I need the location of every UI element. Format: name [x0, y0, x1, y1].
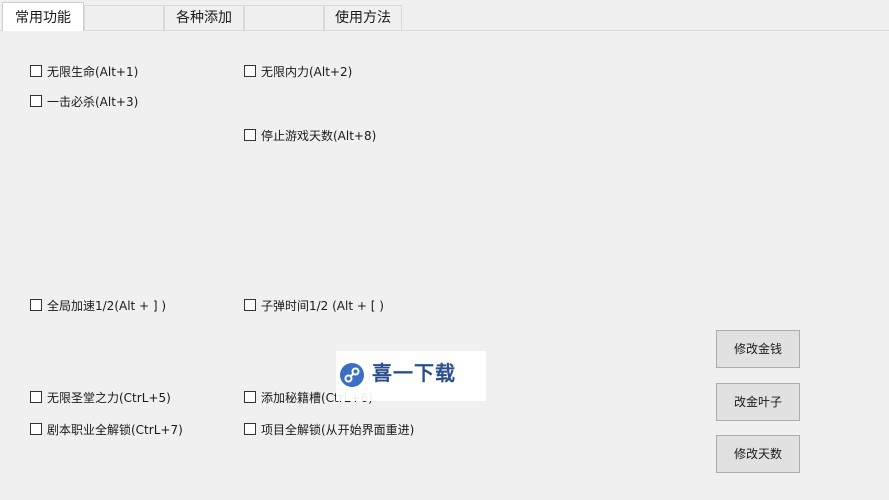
tab-common-functions[interactable]: 常用功能: [2, 2, 84, 31]
modify-money-button[interactable]: 修改金钱: [716, 330, 800, 368]
checkbox-label: 项目全解锁(从开始界面重进): [261, 423, 415, 437]
checkbox-box[interactable]: [244, 129, 256, 141]
checkbox-box[interactable]: [30, 423, 42, 435]
checkbox-label: 无限内力(Alt+2): [261, 65, 353, 79]
modify-days-button[interactable]: 修改天数: [716, 435, 800, 473]
modify-gold-leaves-button[interactable]: 改金叶子: [716, 383, 800, 421]
checkbox-box[interactable]: [30, 95, 42, 107]
checkbox-box[interactable]: [30, 65, 42, 77]
checkbox-bullet-time[interactable]: 子弹时间1/2 (Alt + [ ): [244, 297, 384, 315]
checkbox-infinite-holy[interactable]: 无限圣堂之力(CtrL+5): [30, 389, 171, 407]
checkbox-box[interactable]: [244, 423, 256, 435]
checkbox-infinite-power[interactable]: 无限内力(Alt+2): [244, 63, 352, 81]
tab-usage[interactable]: 使用方法: [324, 5, 402, 30]
checkbox-label: 子弹时间1/2 (Alt + [ ): [261, 299, 384, 313]
checkbox-label: 无限圣堂之力(CtrL+5): [47, 391, 171, 405]
tab-blank-2[interactable]: [244, 5, 324, 30]
checkbox-box[interactable]: [244, 391, 256, 403]
checkbox-label: 全局加速1/2(Alt + ] ): [47, 299, 167, 313]
checkbox-label: 无限生命(Alt+1): [47, 65, 139, 79]
checkbox-label: 剧本职业全解锁(CtrL+7): [47, 423, 183, 437]
checkbox-unlock-items[interactable]: 项目全解锁(从开始界面重进): [244, 421, 414, 439]
checkbox-unlock-jobs[interactable]: 剧本职业全解锁(CtrL+7): [30, 421, 183, 439]
checkbox-box[interactable]: [30, 299, 42, 311]
watermark: 喜一下载: [336, 351, 486, 401]
checkbox-label: 一击必杀(Alt+3): [47, 95, 139, 109]
tab-blank-1[interactable]: [84, 5, 164, 30]
link-logo-icon: [340, 363, 364, 387]
checkbox-global-speed[interactable]: 全局加速1/2(Alt + ] ): [30, 297, 166, 315]
watermark-text: 喜一下载: [372, 361, 456, 385]
checkbox-box[interactable]: [244, 299, 256, 311]
checkbox-infinite-life[interactable]: 无限生命(Alt+1): [30, 63, 138, 81]
tab-bar: 常用功能 各种添加 使用方法: [0, 0, 889, 31]
tab-various-add[interactable]: 各种添加: [164, 5, 244, 30]
checkbox-stop-days[interactable]: 停止游戏天数(Alt+8): [244, 127, 376, 145]
checkbox-box[interactable]: [30, 391, 42, 403]
checkbox-one-hit-kill[interactable]: 一击必杀(Alt+3): [30, 93, 138, 111]
checkbox-label: 停止游戏天数(Alt+8): [261, 129, 377, 143]
checkbox-box[interactable]: [244, 65, 256, 77]
